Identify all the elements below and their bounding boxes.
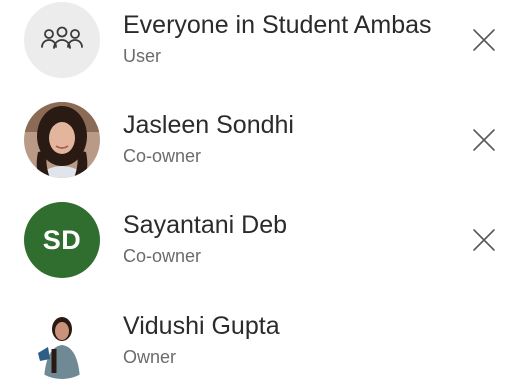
member-role: Co-owner xyxy=(123,246,202,266)
profile-photo xyxy=(24,102,100,178)
member-role: Co-owner xyxy=(123,146,202,166)
list-item: Everyone in Student Ambas User xyxy=(0,0,515,88)
member-name: Everyone in Student Ambas xyxy=(123,11,432,39)
member-name: Sayantani Deb xyxy=(123,211,288,239)
avatar xyxy=(24,2,100,78)
list-item: SD Sayantani Deb Co-owner xyxy=(0,200,515,288)
profile-photo xyxy=(24,303,100,379)
people-group-icon xyxy=(41,26,83,49)
avatar: SD xyxy=(24,202,100,278)
list-item: Jasleen Sondhi Co-owner xyxy=(0,100,515,188)
remove-member-button[interactable] xyxy=(470,26,498,54)
remove-member-button[interactable] xyxy=(470,226,498,254)
member-name: Vidushi Gupta xyxy=(123,312,280,340)
avatar xyxy=(24,303,100,379)
remove-member-button[interactable] xyxy=(470,126,498,154)
list-item: Vidushi Gupta Owner xyxy=(0,301,515,389)
member-role: User xyxy=(123,46,162,66)
member-role: Owner xyxy=(123,347,177,367)
close-icon xyxy=(473,229,495,251)
member-list: Everyone in Student Ambas User Jasleen S… xyxy=(0,0,515,389)
member-name: Jasleen Sondhi xyxy=(123,111,294,139)
avatar xyxy=(24,102,100,178)
close-icon xyxy=(473,129,495,151)
close-icon xyxy=(473,29,495,51)
